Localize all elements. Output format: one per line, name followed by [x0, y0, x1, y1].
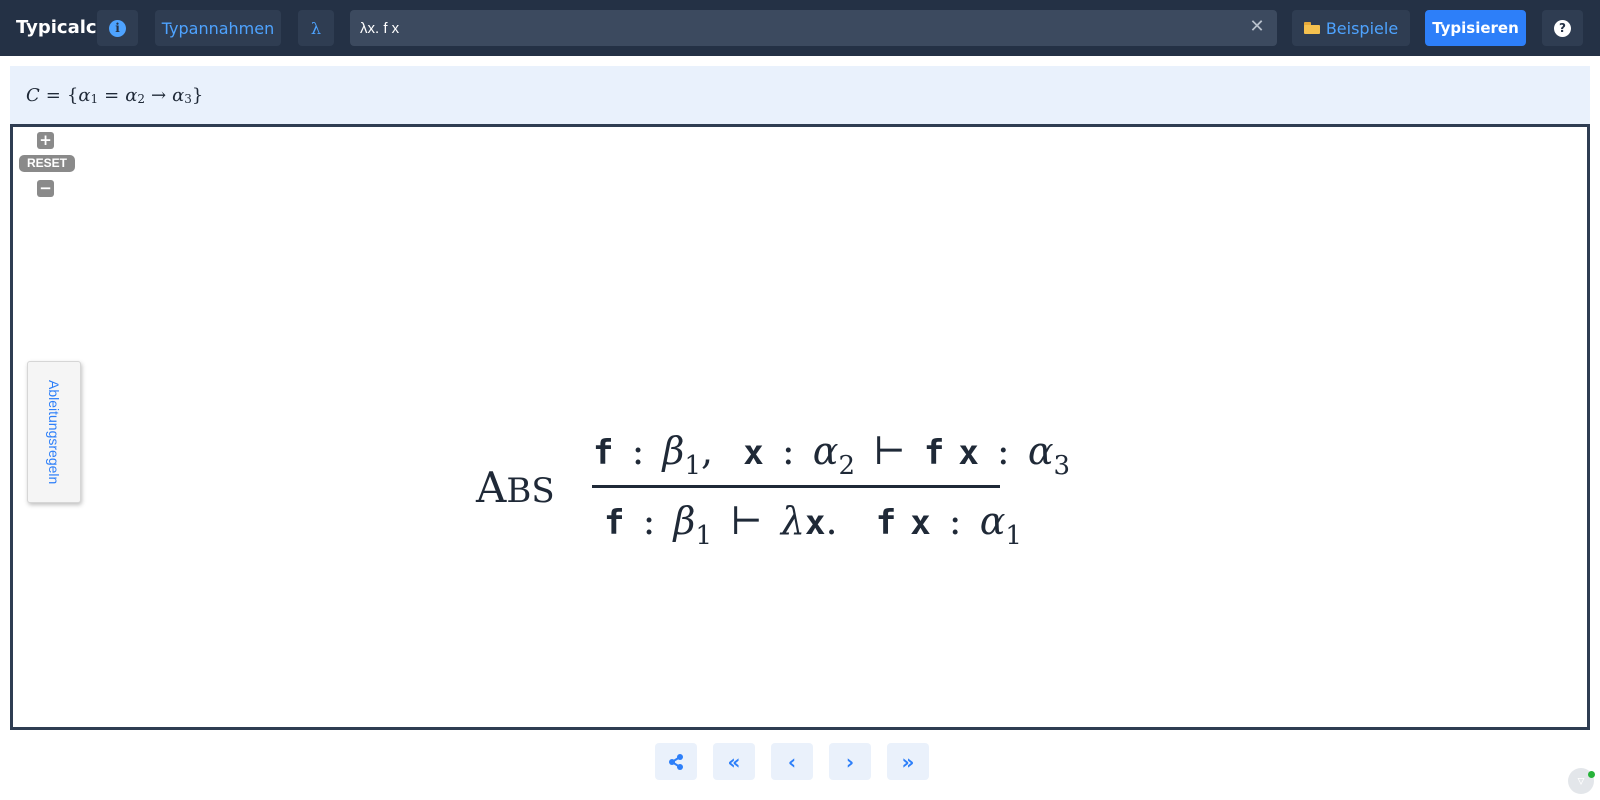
- var-x: x: [958, 433, 979, 473]
- type-beta: β: [673, 499, 696, 543]
- subscript: 1: [684, 451, 701, 481]
- previous-step-button[interactable]: ‹: [771, 743, 813, 780]
- constraint-close-brace: }: [191, 84, 204, 106]
- expression-input[interactable]: [350, 10, 1220, 46]
- chevron-left-icon: ‹: [787, 749, 797, 774]
- first-step-button[interactable]: «: [713, 743, 755, 780]
- colon: :: [948, 499, 962, 543]
- var-x: x: [743, 433, 764, 473]
- derivation-rules-tab[interactable]: Ableitungsregeln: [27, 361, 81, 503]
- constraint-sub: 2: [137, 92, 146, 106]
- var-x: x: [804, 503, 826, 543]
- status-dot-icon: [1588, 771, 1595, 778]
- subscript: 1: [695, 521, 712, 551]
- premise-judgement: f : β1, x : α2 ⊢ fx : α3: [593, 429, 1070, 481]
- var-x: x: [910, 503, 931, 543]
- inference-line: [592, 485, 1000, 488]
- double-chevron-right-icon: »: [901, 749, 915, 774]
- subscript: 3: [1053, 451, 1071, 481]
- turnstile: ⊢: [873, 429, 906, 473]
- constraint-open-brace: {: [66, 84, 79, 106]
- colon: :: [781, 429, 795, 473]
- zoom-reset-button[interactable]: RESET: [19, 155, 75, 172]
- constraint-sub: 1: [90, 92, 99, 106]
- conclusion-judgement: f : β1 ⊢ λx. fx : α1: [604, 499, 1022, 551]
- constraint-equals: =: [104, 84, 120, 106]
- examples-label: Beispiele: [1325, 18, 1399, 38]
- rule-label: ABS: [476, 463, 555, 512]
- constraint-arrow: →: [151, 84, 167, 106]
- subscript: 2: [838, 451, 855, 481]
- rule-label-rest: BS: [506, 471, 555, 511]
- type-assumptions-button[interactable]: Typannahmen: [155, 10, 281, 46]
- expression-field: ✕: [350, 10, 1277, 46]
- derivation-step: ABS f : β1, x : α2 ⊢ fx : α3 f : β1 ⊢ λx…: [476, 425, 1070, 555]
- constraint-set-symbol: C: [26, 84, 40, 106]
- zoom-out-button[interactable]: −: [37, 180, 54, 197]
- var-f: f: [604, 503, 625, 543]
- constraint-sub: 3: [184, 92, 192, 106]
- chevron-right-icon: ›: [845, 749, 855, 774]
- dot: .: [825, 499, 838, 543]
- var-f: f: [593, 433, 614, 473]
- next-step-button[interactable]: ›: [829, 743, 871, 780]
- top-navbar: Typicalc i Typannahmen λ ✕ Beispiele Typ…: [0, 0, 1600, 56]
- comma: ,: [701, 429, 714, 473]
- colon: :: [642, 499, 656, 543]
- info-button[interactable]: i: [97, 10, 138, 46]
- var-f: f: [875, 503, 897, 543]
- type-alpha: α: [1027, 429, 1054, 473]
- insert-lambda-button[interactable]: λ: [298, 10, 334, 46]
- last-step-button[interactable]: »: [887, 743, 929, 780]
- rule-label-initial: A: [476, 463, 507, 512]
- constraint-set: C = { α1 = α2 → α3 }: [10, 66, 1590, 124]
- derivation-rules-label: Ableitungsregeln: [46, 379, 62, 485]
- type-beta: β: [662, 429, 685, 473]
- help-icon: ?: [1554, 19, 1571, 37]
- zoom-in-button[interactable]: +: [37, 132, 54, 149]
- constraint-alpha: α: [78, 84, 91, 106]
- help-button[interactable]: ?: [1542, 10, 1583, 46]
- type-infer-button[interactable]: Typisieren: [1425, 10, 1526, 46]
- share-button[interactable]: [655, 743, 697, 780]
- examples-button[interactable]: Beispiele: [1292, 10, 1410, 46]
- double-chevron-left-icon: «: [727, 749, 741, 774]
- share-icon: [669, 753, 683, 770]
- folder-icon: [1303, 22, 1320, 34]
- colon: :: [996, 429, 1010, 473]
- lambda-symbol: λ: [780, 499, 805, 543]
- app-title: Typicalc: [16, 17, 97, 38]
- colon: :: [631, 429, 645, 473]
- turnstile: ⊢: [730, 499, 763, 543]
- subscript: 1: [1005, 521, 1022, 551]
- var-f: f: [923, 433, 945, 473]
- constraint-alpha: α: [172, 84, 185, 106]
- constraint-equals: =: [45, 84, 61, 106]
- constraint-alpha: α: [125, 84, 138, 106]
- type-alpha: α: [812, 429, 839, 473]
- clear-icon[interactable]: ✕: [1247, 17, 1267, 37]
- type-alpha: α: [979, 499, 1006, 543]
- info-icon: i: [109, 19, 126, 37]
